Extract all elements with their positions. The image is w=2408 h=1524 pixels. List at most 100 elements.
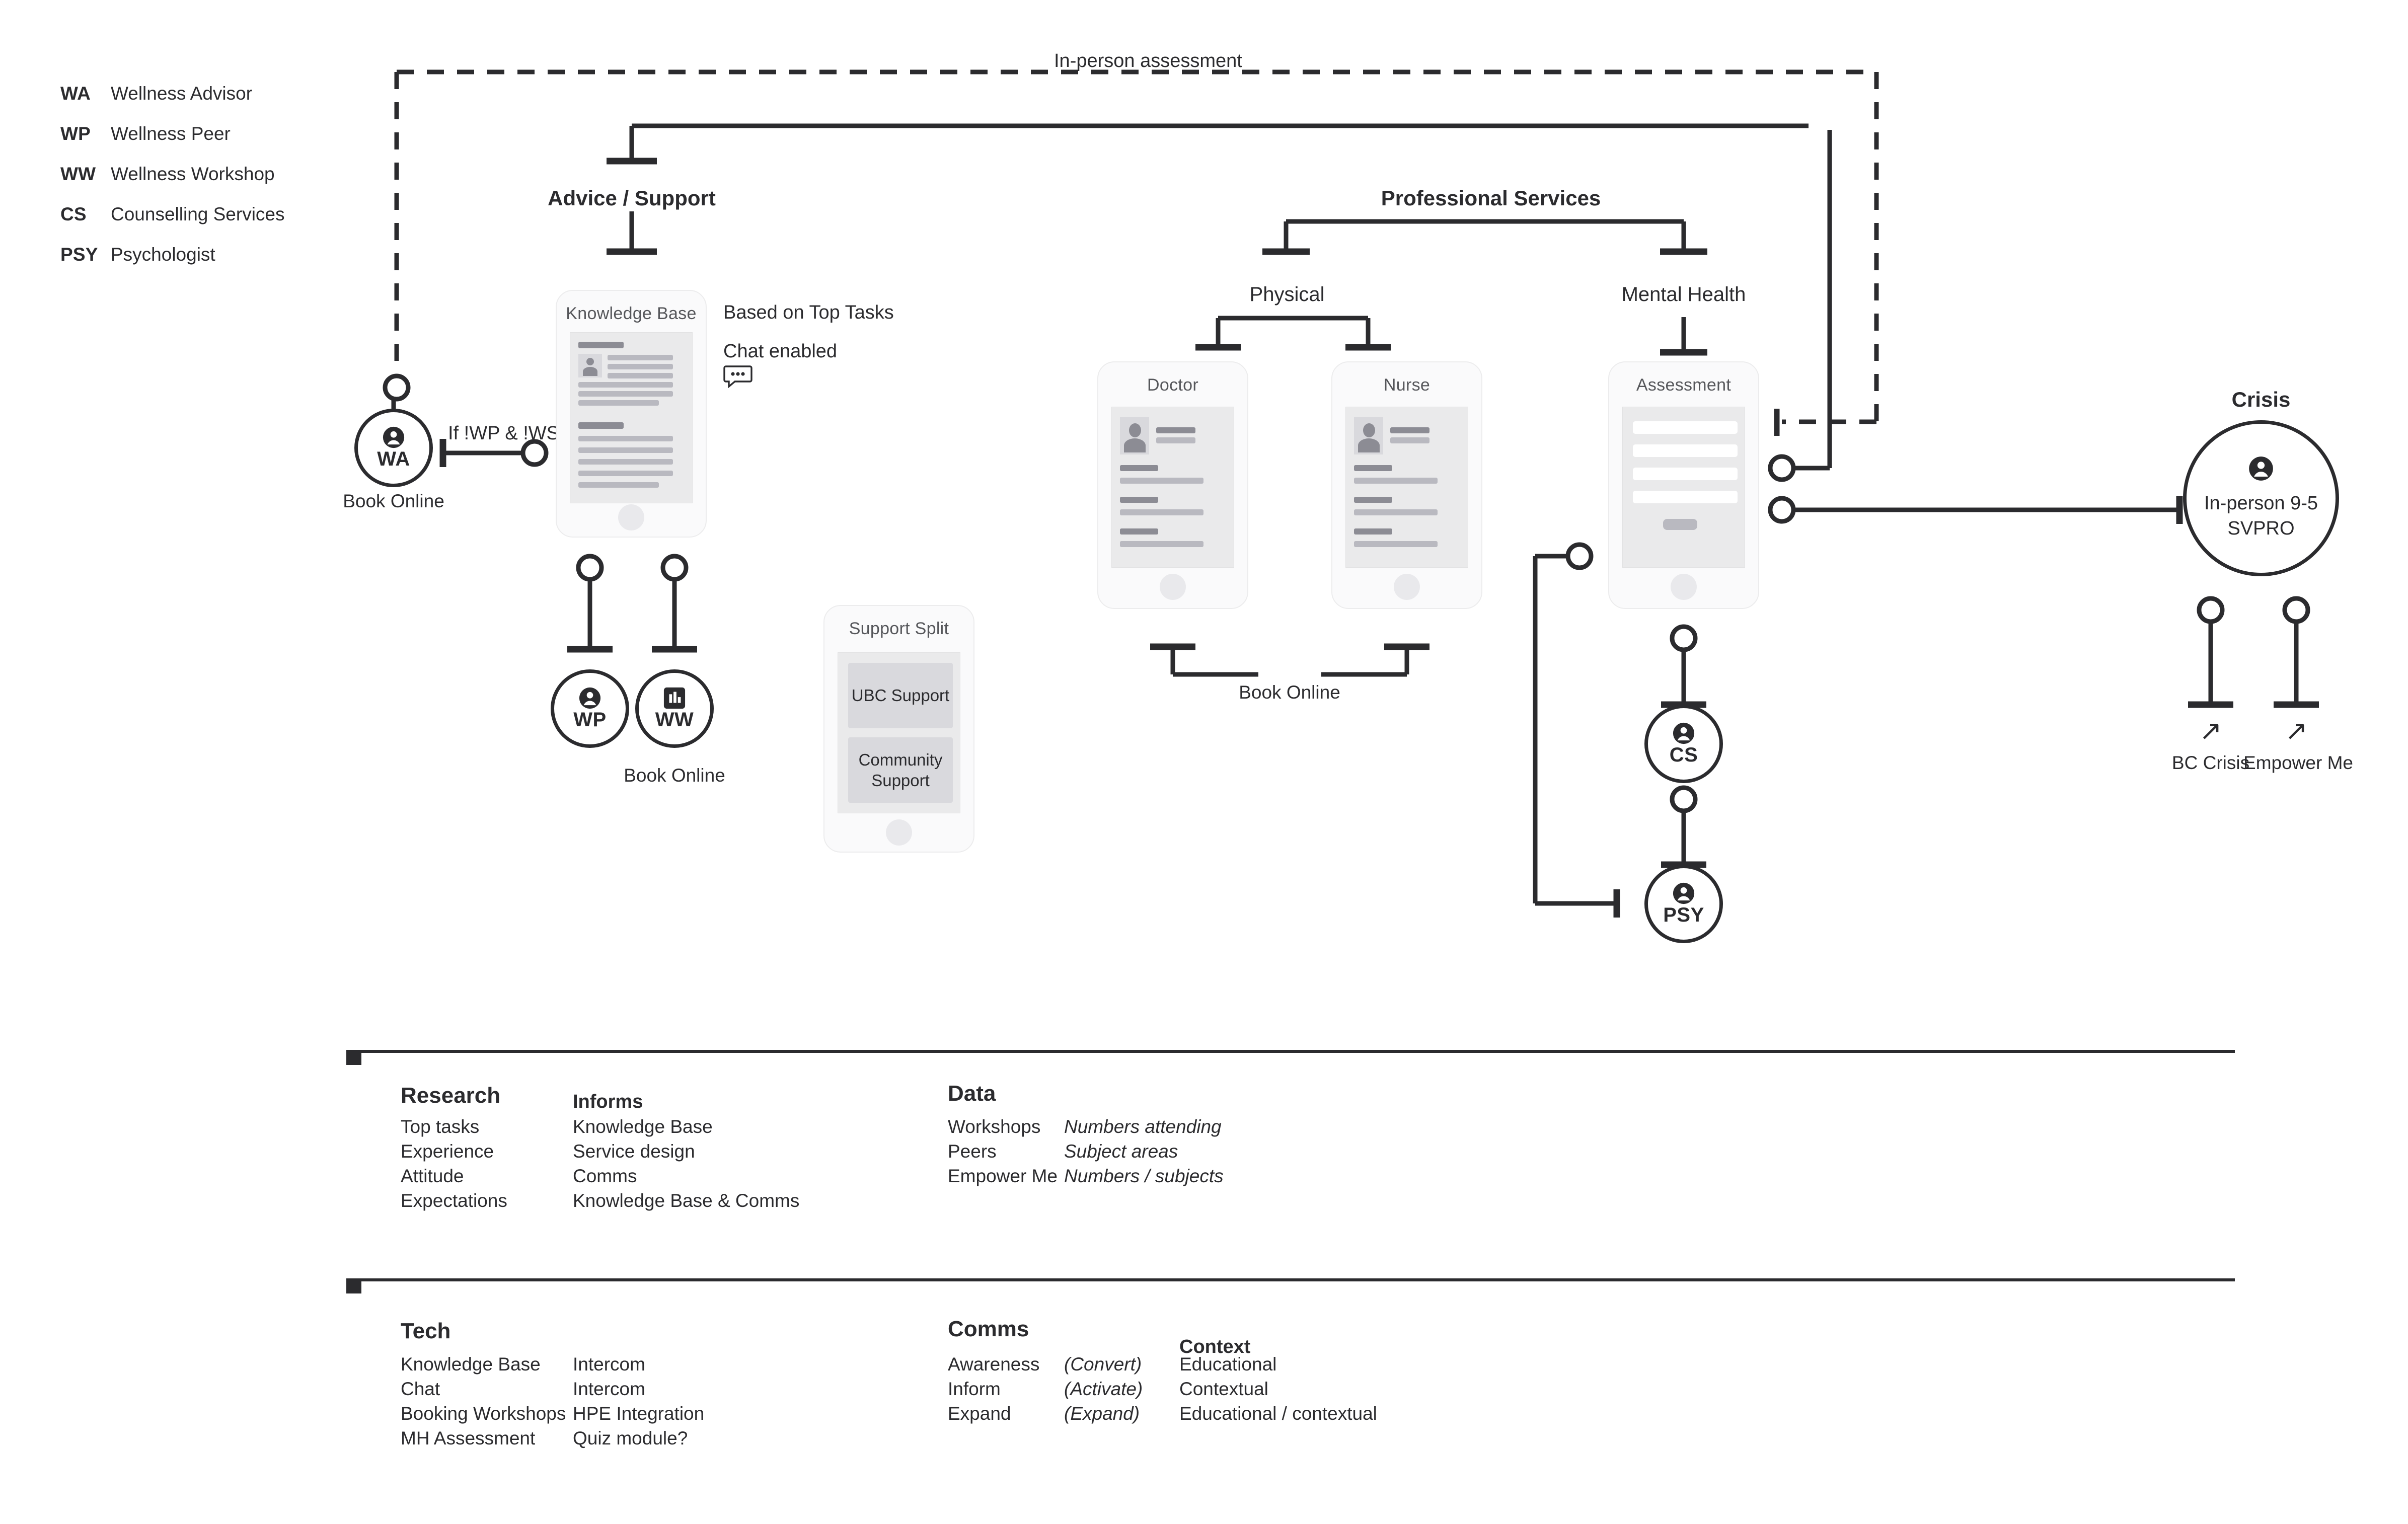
diagram-canvas: WA Wellness Advisor WP Wellness Peer WW … xyxy=(0,0,2408,1524)
legend-item-cs: CS Counselling Services xyxy=(60,204,285,225)
person-icon xyxy=(382,426,405,449)
nurse-title: Nurse xyxy=(1383,375,1431,395)
research-row-label: Expectations xyxy=(401,1190,507,1211)
mental-health-label: Mental Health xyxy=(1621,283,1746,306)
tech-row-label: Booking Workshops xyxy=(401,1403,566,1424)
context-row-value: Educational / contextual xyxy=(1179,1403,1377,1424)
node-label: WW xyxy=(655,708,694,731)
home-button xyxy=(618,504,644,530)
tech-row-value: Intercom xyxy=(573,1354,645,1375)
physical-label: Physical xyxy=(1249,283,1325,306)
home-button xyxy=(1394,574,1420,600)
connector-lines xyxy=(383,69,2319,918)
nurse-screen xyxy=(1345,407,1468,568)
assessment-field[interactable] xyxy=(1633,468,1738,480)
tech-row-value: Quiz module? xyxy=(573,1428,688,1449)
crisis-line-1: In-person 9-5 xyxy=(2204,493,2318,514)
comms-heading: Comms xyxy=(948,1317,1029,1341)
book-online-wa-label: Book Online xyxy=(343,491,444,511)
assessment-submit-button[interactable] xyxy=(1663,519,1697,530)
support-split-screen: UBC Support Community Support xyxy=(838,652,960,813)
nurse-avatar xyxy=(1354,417,1383,454)
tech-row-label: Chat xyxy=(401,1379,440,1399)
section-divider xyxy=(346,1278,2235,1281)
legend-item-ww: WW Wellness Workshop xyxy=(60,164,275,185)
chat-bubble-icon xyxy=(723,365,752,388)
comms-row-label: Expand xyxy=(948,1403,1011,1424)
doctor-avatar xyxy=(1120,417,1149,454)
home-button xyxy=(1671,574,1697,600)
ubc-support-tile[interactable]: UBC Support xyxy=(848,663,953,728)
doctor-screen xyxy=(1111,407,1234,568)
section-divider xyxy=(346,1050,2235,1053)
legend-item-psy: PSY Psychologist xyxy=(60,244,215,265)
crisis-line-2: SVPRO xyxy=(2227,517,2295,539)
community-support-tile[interactable]: Community Support xyxy=(848,737,953,803)
assessment-field[interactable] xyxy=(1633,491,1738,503)
assessment-field[interactable] xyxy=(1633,421,1738,434)
nurse-phone: Nurse xyxy=(1331,361,1482,609)
legend-label: Wellness Peer xyxy=(111,123,231,144)
comms-row-value: (Convert) xyxy=(1064,1354,1142,1375)
legend-label: Wellness Workshop xyxy=(111,164,275,184)
bar-chart-icon xyxy=(663,687,686,710)
in-person-assessment-label: In-person assessment xyxy=(1054,50,1242,71)
based-on-top-tasks-note: Based on Top Tasks xyxy=(723,302,894,323)
node-crisis[interactable]: In-person 9-5 SVPRO xyxy=(2183,420,2339,576)
assessment-field[interactable] xyxy=(1633,444,1738,457)
tech-row-label: MH Assessment xyxy=(401,1428,536,1449)
context-row-value: Educational xyxy=(1179,1354,1277,1375)
condition-wa-label: If !WP & !WS xyxy=(448,423,559,444)
assessment-title: Assessment xyxy=(1636,375,1732,395)
home-button xyxy=(886,819,912,846)
legend-abbr: WA xyxy=(60,83,91,104)
data-row-value: Subject areas xyxy=(1064,1141,1178,1162)
assessment-phone: Assessment xyxy=(1608,361,1759,609)
node-psy[interactable]: PSY xyxy=(1644,865,1723,943)
node-ww[interactable]: WW xyxy=(635,669,714,748)
doctor-phone: Doctor xyxy=(1097,361,1248,609)
tech-row-label: Knowledge Base xyxy=(401,1354,541,1375)
assessment-screen xyxy=(1622,407,1745,568)
empower-me-label[interactable]: Empower Me xyxy=(2243,752,2353,774)
bc-crisis-label[interactable]: BC Crisis xyxy=(2172,752,2249,774)
support-split-title: Support Split xyxy=(849,619,949,638)
tech-row-value: HPE Integration xyxy=(573,1403,705,1424)
person-icon xyxy=(578,687,601,710)
bc-crisis-external-icon[interactable]: ↗ xyxy=(2199,717,2222,744)
article-thumbnail xyxy=(578,354,602,377)
tech-row-value: Intercom xyxy=(573,1379,645,1399)
legend-label: Wellness Advisor xyxy=(111,83,253,104)
context-row-value: Contextual xyxy=(1179,1379,1268,1399)
research-informs-subheading: Informs xyxy=(573,1091,643,1112)
comms-row-value: (Expand) xyxy=(1064,1403,1140,1424)
chat-enabled-note: Chat enabled xyxy=(723,341,838,362)
knowledge-base-title: Knowledge Base xyxy=(566,304,697,323)
legend-abbr: PSY xyxy=(60,244,98,265)
node-cs[interactable]: CS xyxy=(1644,705,1723,783)
legend-item-wp: WP Wellness Peer xyxy=(60,123,231,144)
crisis-header: Crisis xyxy=(2231,388,2291,411)
research-row-value: Service design xyxy=(573,1141,695,1162)
legend-abbr: WP xyxy=(60,123,91,144)
data-row-value: Numbers / subjects xyxy=(1064,1166,1224,1186)
person-icon xyxy=(1672,882,1695,905)
book-online-doctor-nurse-label: Book Online xyxy=(1239,682,1340,703)
node-label: CS xyxy=(1669,743,1698,766)
crisis-detail: In-person 9-5 SVPRO xyxy=(2204,491,2318,541)
research-row-value: Knowledge Base xyxy=(573,1116,713,1137)
person-icon xyxy=(1672,722,1695,745)
node-wa[interactable]: WA xyxy=(354,409,433,487)
research-row-label: Experience xyxy=(401,1141,494,1162)
advice-support-header: Advice / Support xyxy=(548,186,716,210)
data-row-label: Peers xyxy=(948,1141,997,1162)
empower-me-external-icon[interactable]: ↗ xyxy=(2285,717,2307,744)
knowledge-base-screen xyxy=(570,332,693,503)
node-label: PSY xyxy=(1663,903,1704,926)
research-row-value: Comms xyxy=(573,1166,637,1186)
person-icon xyxy=(2248,455,2274,484)
comms-row-value: (Activate) xyxy=(1064,1379,1143,1399)
node-label: WA xyxy=(377,447,410,470)
node-wp[interactable]: WP xyxy=(551,669,629,748)
knowledge-base-phone: Knowledge Base xyxy=(556,290,707,538)
